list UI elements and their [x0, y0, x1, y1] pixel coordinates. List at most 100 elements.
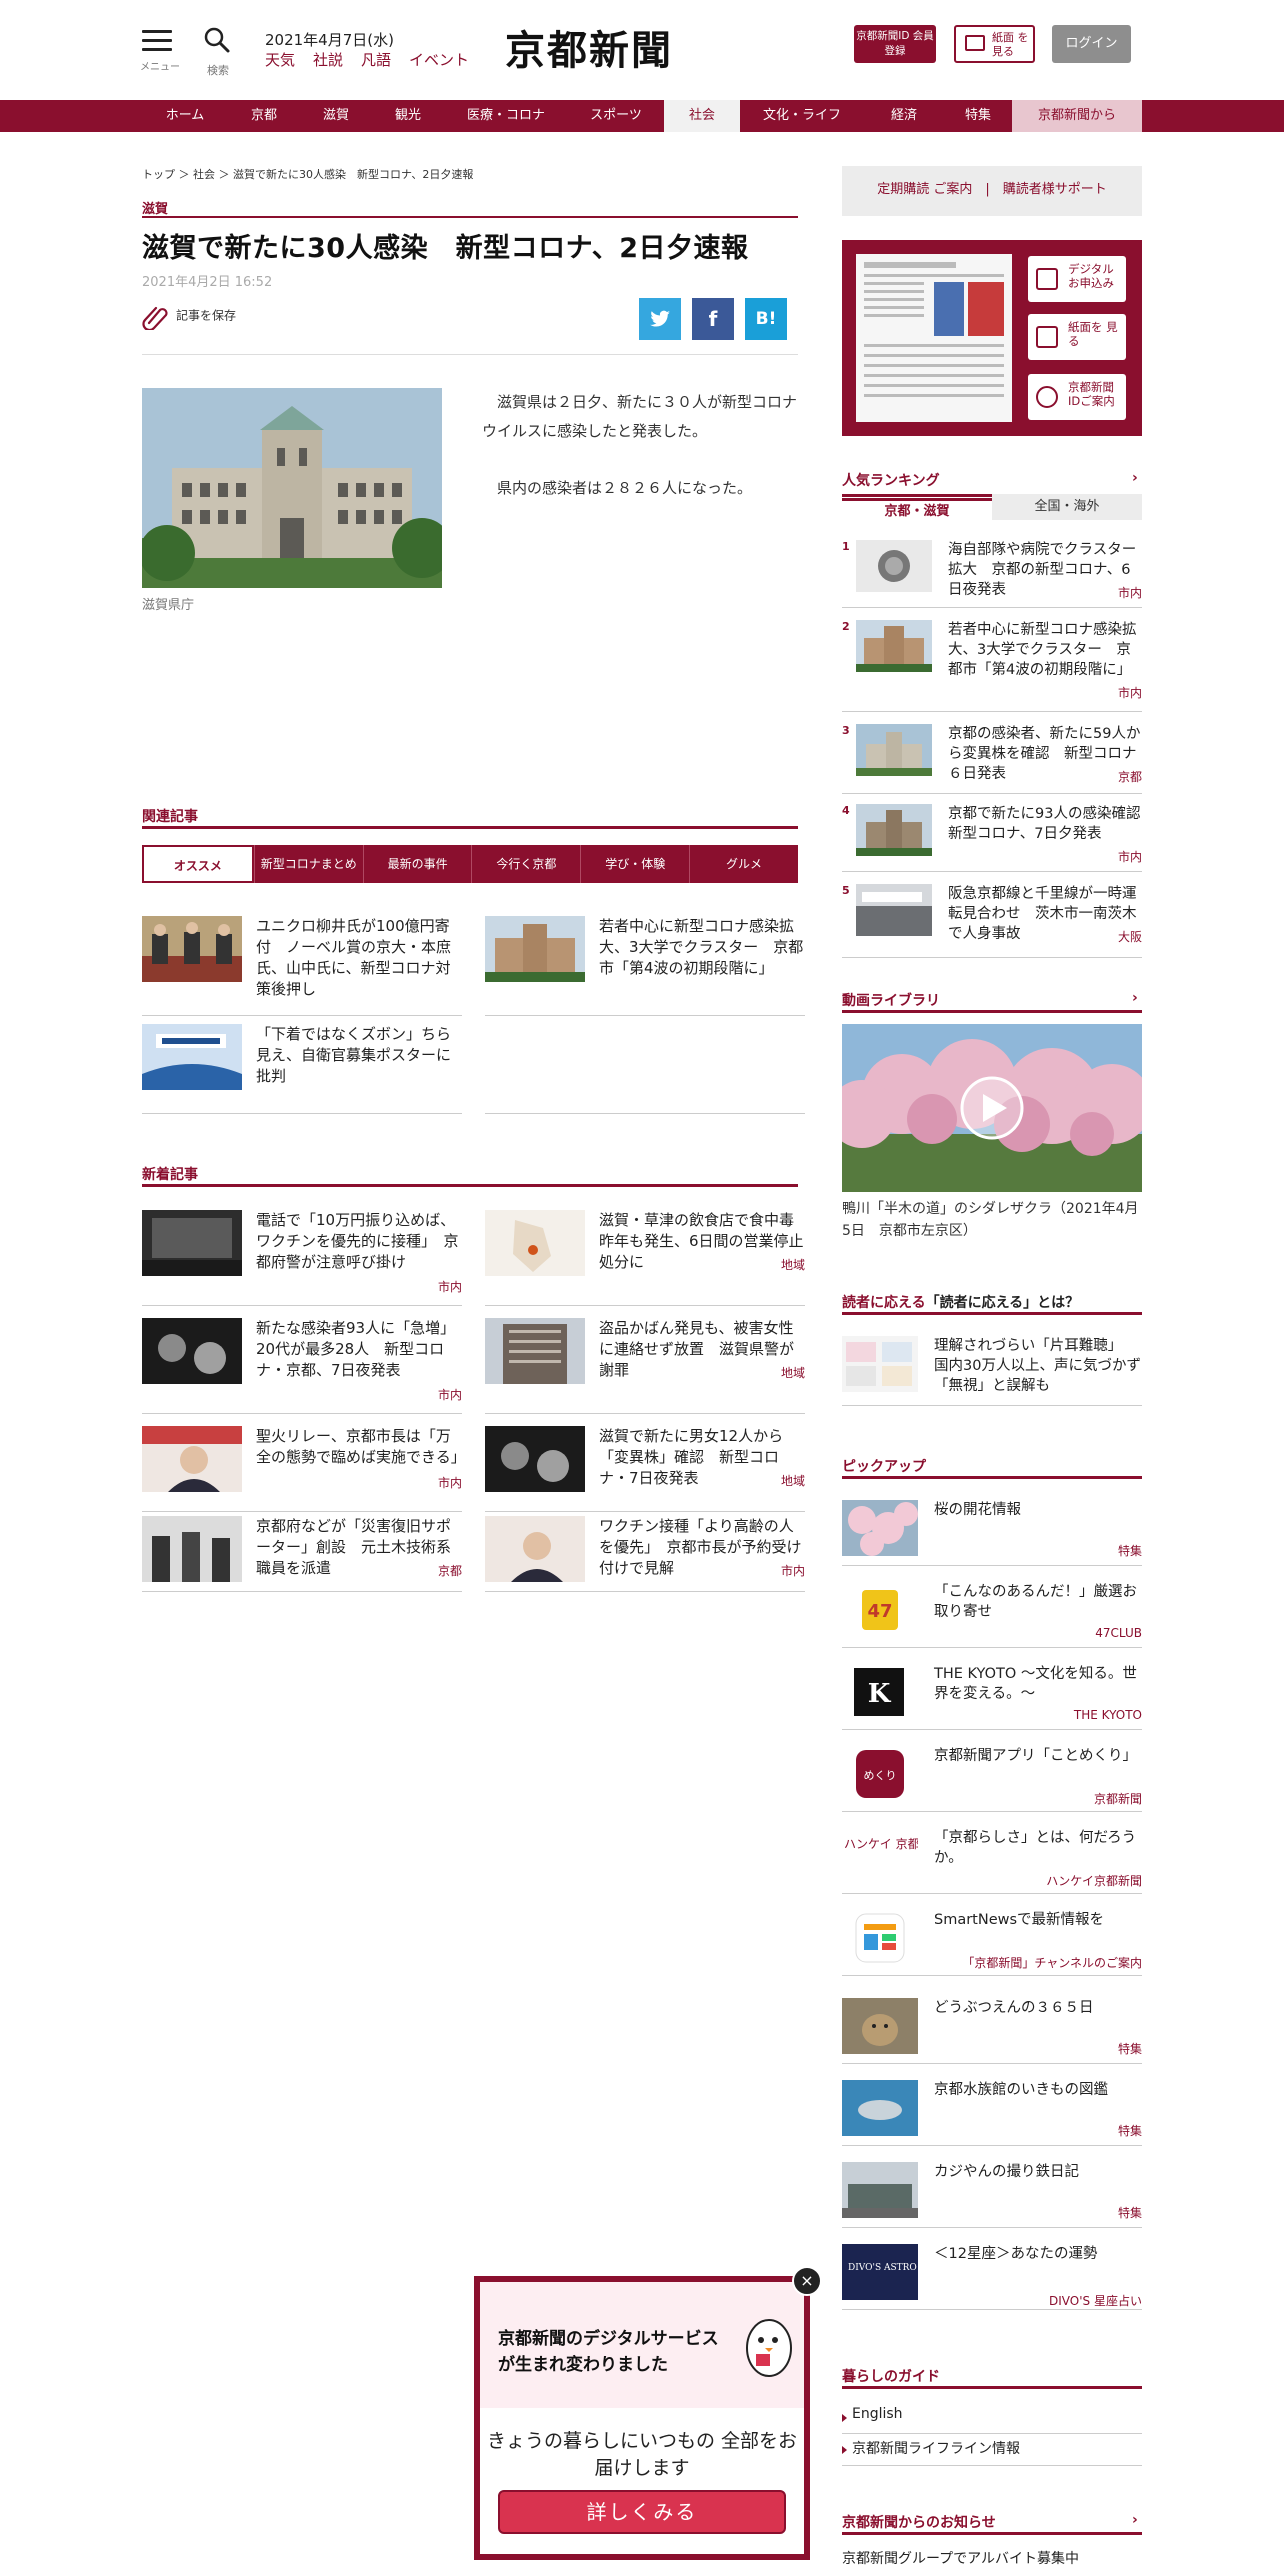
latest-item[interactable]: 盗品かばん発見も、被害女性に連絡せず放置 滋賀県警が謝罪 地域 [485, 1318, 805, 1414]
reader-heading-accent: 読者に応える [842, 1295, 926, 1311]
nav-feature[interactable]: 特集 [944, 100, 1012, 132]
article-photo[interactable] [142, 388, 442, 588]
member-register-button[interactable]: 京都新聞ID 会員登録 [854, 25, 936, 63]
view-paper-button[interactable]: 紙面 を見る [954, 25, 1035, 63]
pickup-title: THE KYOTO ～文化を知る。世界を変える。～ [934, 1666, 1137, 1702]
notice-heading[interactable]: 京都新聞からのお知らせ › [842, 2512, 1142, 2532]
tab-gourmet[interactable]: グルメ [689, 845, 798, 883]
search-icon[interactable] [203, 26, 231, 54]
bongo-link[interactable]: 凡語 [361, 51, 391, 69]
article-thumbnail [842, 1336, 918, 1392]
nav-shiga[interactable]: 滋賀 [300, 100, 372, 132]
facebook-share-button[interactable]: f [692, 298, 734, 340]
nav-culture[interactable]: 文化・ライフ [740, 100, 864, 132]
pickup-item[interactable]: カジやんの撮り鉄日記 特集 [842, 2162, 1142, 2228]
hatena-share-button[interactable]: B! [745, 298, 787, 340]
article-category[interactable]: 滋賀 [142, 198, 168, 217]
login-button[interactable]: ログイン [1052, 25, 1131, 63]
guide-link-english[interactable]: English [842, 2406, 1142, 2434]
latest-item[interactable]: 新たな感染者93人に「急増」20代が最多28人 新型コロナ・京都、7日夜発表 市… [142, 1318, 462, 1414]
id-guide-button[interactable]: 京都新聞 IDご案内 [1028, 374, 1126, 420]
nav-sports[interactable]: スポーツ [568, 100, 664, 132]
guide-link-lifeline[interactable]: 京都新聞ライフライン情報 [842, 2438, 1142, 2466]
latest-item[interactable]: 京都府などが「災害復旧サポーター」創設 元土木技術系職員を派遣 京都 [142, 1516, 462, 1592]
category-nav: ホーム 京都 滋賀 観光 医療・コロナ スポーツ 社会 文化・ライフ 経済 特集… [0, 100, 1284, 132]
ranking-thumbnail [856, 884, 932, 936]
related-title: 「下着ではなくズボン」ちら見え、自衛官募集ポスターに批判 [256, 1025, 452, 1085]
ranking-heading-label: 人気ランキング [842, 473, 940, 489]
close-icon[interactable]: × [792, 2266, 822, 2296]
video-heading[interactable]: 動画ライブラリ › [842, 990, 1142, 1010]
tab-incidents[interactable]: 最新の事件 [362, 845, 472, 883]
reader-heading[interactable]: 読者に応える「読者に応える」とは？ [842, 1292, 1142, 1312]
nav-medical[interactable]: 医療・コロナ [444, 100, 568, 132]
latest-item[interactable]: ワクチン接種「より高齢の人を優先」 京都市長が予約受け付けで見解 市内 [485, 1516, 805, 1592]
pickup-heading: ピックアップ [842, 1459, 926, 1475]
pickup-item[interactable]: 京都水族館のいきもの図鑑 特集 [842, 2080, 1142, 2146]
related-item[interactable]: 「下着ではなくズボン」ちら見え、自衛官募集ポスターに批判 [142, 1024, 462, 1114]
save-article-button[interactable]: 記事を保存 [142, 302, 236, 332]
pickup-item[interactable]: ハンケイ 京都新聞 「京都らしさ」とは、何だろうか。 ハンケイ京都新聞 [842, 1828, 1142, 1894]
latest-item[interactable]: 電話で「10万円振り込めば、ワクチンを優先的に接種」 京都府警が注意呼び掛け 市… [142, 1210, 462, 1306]
article-thumbnail [142, 1318, 242, 1384]
ranking-item[interactable]: 2 若者中心に新型コロナ感染拡大、3大学でクラスター 京都市「第4波の初期段階に… [842, 620, 1142, 712]
latest-item[interactable]: 滋賀で新たに男女12人から「変異株」確認 新型コロナ・7日夜発表 地域 [485, 1426, 805, 1512]
pickup-item[interactable]: SmartNewsで最新情報を 「京都新聞」チャンネルのご案内 [842, 1910, 1142, 1976]
tab-learning[interactable]: 学び・体験 [580, 845, 689, 883]
breadcrumb[interactable]: トップ ＞ 社会 ＞ 滋賀で新たに30人感染 新型コロナ、2日夕速報 [142, 166, 473, 182]
pickup-title: カジやんの撮り鉄日記 [934, 2164, 1079, 2180]
hankei-logo-text: ハンケイ 京都新聞 [844, 1836, 918, 1851]
pickup-item[interactable]: 47 「こんなのあるんだ！」厳選お取り寄せ 47CLUB [842, 1582, 1142, 1648]
editorial-link[interactable]: 社説 [313, 51, 343, 69]
pickup-tag: 47CLUB [1095, 1626, 1142, 1640]
region-tag: 大阪 [1117, 930, 1142, 944]
tab-corona[interactable]: 新型コロナまとめ [253, 845, 363, 883]
ranking-item[interactable]: 4 京都で新たに93人の感染確認 新型コロナ、7日夕発表 市内 [842, 804, 1155, 872]
ranking-item[interactable]: 3 京都の感染者、新たに59人から変異株を確認 新型コロナ６日発表 京都 [842, 724, 1142, 794]
section-divider [842, 1312, 1142, 1315]
pickup-item[interactable]: 桜の開花情報 特集 [842, 1500, 1142, 1566]
app-logo: めくり [842, 1746, 918, 1802]
ranking-item[interactable]: 5 阪急京都線と千里線が一時運転見合わせ 茨木市一南茨木で人身事故 大阪 [842, 884, 1142, 958]
pickup-item[interactable]: K THE KYOTO ～文化を知る。世界を変える。～ THE KYOTO [842, 1664, 1142, 1730]
newspaper-preview[interactable] [856, 254, 1012, 422]
event-link[interactable]: イベント [409, 51, 469, 69]
paper-panel: デジタル お申込み 紙面を 見る 京都新聞 IDご案内 [842, 240, 1142, 436]
pickup-item[interactable]: めくり 京都新聞アプリ「ことめくり」 京都新聞 [842, 1746, 1142, 1812]
article-thumbnail [485, 1210, 585, 1276]
related-item[interactable]: 若者中心に新型コロナ感染拡大、3大学でクラスター 京都市「第4波の初期段階に」 [485, 916, 805, 1016]
tab-recommend[interactable]: オススメ [142, 845, 254, 883]
category-divider [142, 216, 798, 218]
learn-more-button[interactable]: 詳しくみる [498, 2490, 786, 2534]
latest-item[interactable]: 聖火リレー、京都市長は「万全の態勢で臨めば実施できる」 市内 [142, 1426, 466, 1512]
weather-link[interactable]: 天気 [265, 51, 295, 69]
tab-kyoto-now[interactable]: 今行く京都 [471, 845, 580, 883]
view-paper-side-button[interactable]: 紙面を 見る [1028, 314, 1126, 360]
digital-apply-button[interactable]: デジタル お申込み [1028, 256, 1126, 302]
tablet-icon [1036, 268, 1058, 290]
header-links: 天気 社説 凡語 イベント [265, 49, 487, 70]
nav-kyoto[interactable]: 京都 [228, 100, 300, 132]
menu-icon[interactable] [142, 30, 172, 57]
tab-national[interactable]: 全国・海外 [992, 494, 1142, 520]
subscription-links[interactable]: 定期購読 ご案内 | 購読者様サポート [842, 166, 1142, 216]
nav-from-kyoto-np[interactable]: 京都新聞から [1012, 100, 1142, 132]
nav-society[interactable]: 社会 [664, 100, 740, 132]
site-logo[interactable]: 京都新聞 [505, 18, 673, 76]
nav-home[interactable]: ホーム [142, 100, 228, 132]
notice-item[interactable]: 京都新聞グループでアルバイト募集中 [842, 2548, 1079, 2568]
ranking-item[interactable]: 1 海自部隊や病院でクラスター拡大 京都の新型コロナ、6日夜発表 市内 [842, 540, 1142, 608]
47club-logo: 47 [842, 1582, 918, 1638]
tab-kyoto-shiga[interactable]: 京都・滋賀 [842, 498, 992, 524]
reader-item[interactable]: 理解されづらい「片耳難聴」 国内30万人以上、声に気づかず「無視」と誤解も [842, 1336, 1142, 1406]
latest-item[interactable]: 滋賀・草津の飲食店で食中毒 昨年も発生、6日間の営業停止処分に 地域 [485, 1210, 809, 1306]
related-item[interactable]: ユニクロ柳井氏が100億円寄付 ノーベル賞の京大・本庶氏、山中氏に、新型コロナ対… [142, 916, 462, 1016]
nav-sightseeing[interactable]: 観光 [372, 100, 444, 132]
video-player[interactable] [842, 1024, 1142, 1192]
nav-economy[interactable]: 経済 [864, 100, 944, 132]
ranking-heading[interactable]: 人気ランキング › [842, 470, 1142, 490]
pickup-item[interactable]: DIVO'S ASTRO TIMES ＜12星座＞あなたの運勢 DIVO'S 星… [842, 2244, 1142, 2310]
twitter-share-button[interactable] [639, 298, 681, 340]
region-tag: 市内 [437, 1280, 462, 1294]
pickup-item[interactable]: どうぶつえんの３６５日 特集 [842, 1998, 1142, 2064]
